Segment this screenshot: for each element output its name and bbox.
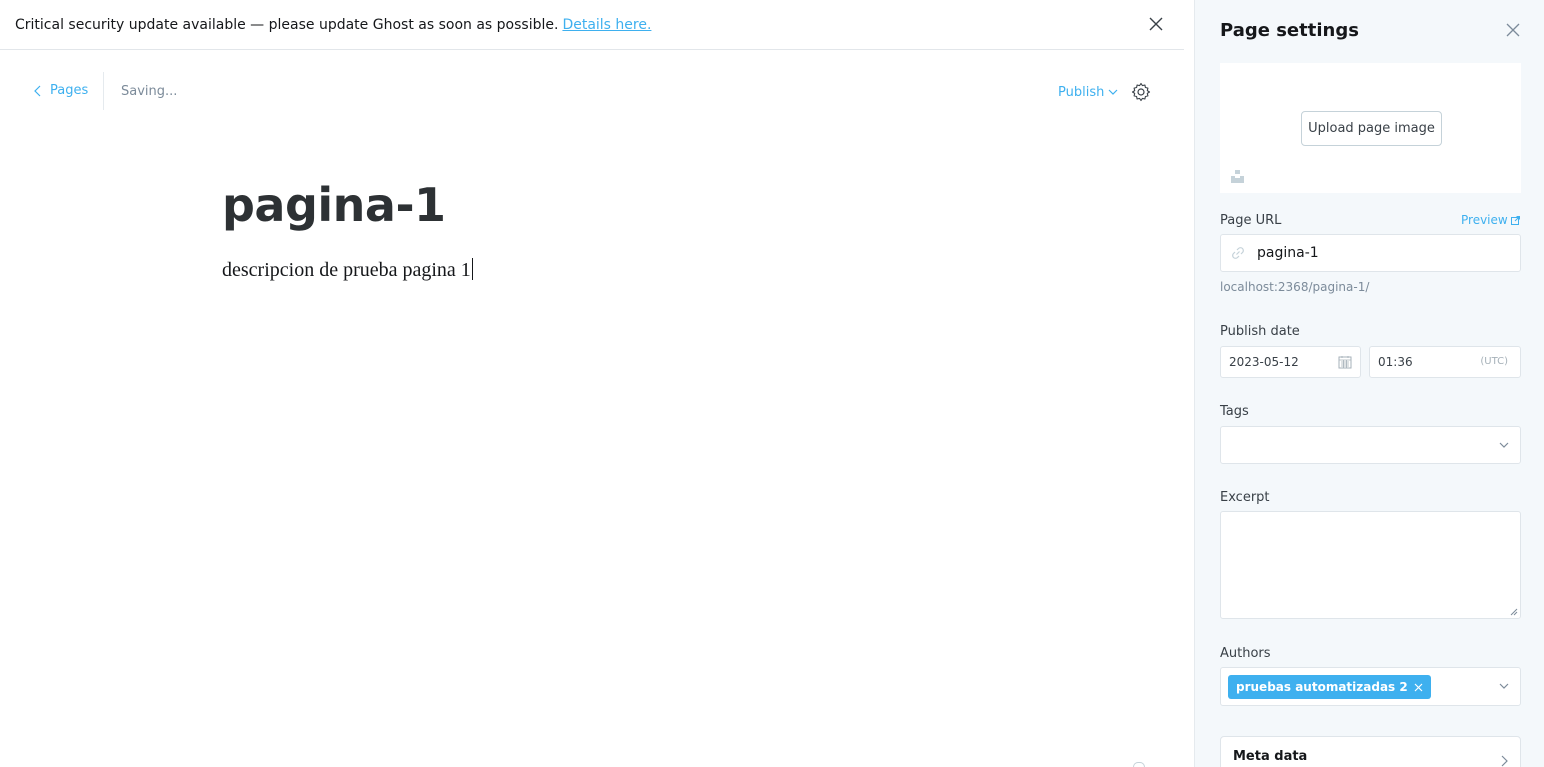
panel-close-button[interactable] (1506, 22, 1524, 40)
page-url-field[interactable]: pagina-1 (1220, 234, 1521, 272)
back-label: Pages (50, 83, 89, 98)
page-url-label: Page URL (1220, 213, 1282, 228)
authors-label: Authors (1220, 646, 1271, 661)
unsplash-icon[interactable] (1231, 170, 1244, 183)
publish-label: Publish (1058, 85, 1105, 100)
topbar-divider (103, 72, 104, 110)
text-caret (471, 258, 473, 280)
banner-close-button[interactable] (1146, 14, 1166, 34)
editor-topbar: Pages Saving... Publish (0, 50, 1184, 134)
banner-details-link[interactable]: Details here. (562, 17, 651, 33)
settings-panel: Page settings Upload page image Page URL… (1194, 0, 1544, 767)
author-token-label: pruebas automatizadas 2 (1236, 680, 1408, 694)
security-banner: Critical security update available — ple… (0, 0, 1184, 50)
meta-data-label: Meta data (1233, 749, 1308, 764)
external-link-icon (1510, 215, 1520, 225)
link-icon (1232, 247, 1244, 259)
chevron-down-icon (1499, 683, 1509, 689)
resize-handle-icon[interactable] (1510, 608, 1518, 616)
page-body-text: descripcion de prueba pagina 1 (222, 259, 471, 281)
save-status: Saving... (121, 84, 178, 99)
gear-icon (1131, 82, 1151, 102)
page-title-input[interactable]: pagina-1 (222, 178, 446, 232)
chevron-down-icon (1499, 442, 1509, 448)
close-icon (1506, 23, 1520, 37)
preview-link[interactable]: Preview (1461, 213, 1520, 227)
publish-menu-button[interactable]: Publish (1058, 85, 1118, 100)
page-url-hint: localhost:2368/pagina-1/ (1220, 280, 1370, 294)
publish-time-value: 01:36 (1378, 355, 1413, 369)
calendar-icon[interactable] (1338, 355, 1352, 369)
publish-time-input[interactable]: 01:36 (UTC) (1369, 346, 1521, 378)
remove-author-icon[interactable] (1414, 683, 1423, 692)
close-icon (1149, 17, 1163, 31)
tags-select[interactable] (1220, 426, 1521, 464)
meta-data-card[interactable]: Meta data (1220, 736, 1521, 767)
help-icon[interactable] (1133, 762, 1145, 767)
tags-label: Tags (1220, 404, 1249, 419)
publish-date-label: Publish date (1220, 324, 1300, 339)
preview-label: Preview (1461, 213, 1508, 227)
authors-select[interactable]: pruebas automatizadas 2 (1220, 667, 1521, 706)
timezone-label: (UTC) (1480, 356, 1508, 367)
chevron-right-icon (1501, 755, 1508, 767)
page-body-editor[interactable]: descripcion de prueba pagina 1 (222, 258, 473, 282)
ghost-editor-app: Critical security update available — ple… (0, 0, 1544, 767)
banner-message: Critical security update available — ple… (15, 16, 559, 33)
feature-image-box: Upload page image (1220, 63, 1521, 193)
panel-title: Page settings (1220, 20, 1359, 41)
publish-date-input[interactable]: 2023-05-12 (1220, 346, 1361, 378)
page-url-value: pagina-1 (1257, 245, 1319, 261)
chevron-left-icon (34, 85, 41, 96)
back-to-pages-link[interactable]: Pages (34, 83, 88, 98)
excerpt-label: Excerpt (1220, 490, 1270, 505)
chevron-down-icon (1108, 89, 1118, 95)
upload-image-button[interactable]: Upload page image (1301, 111, 1442, 146)
publish-date-value: 2023-05-12 (1229, 355, 1299, 369)
editor-area: Critical security update available — ple… (0, 0, 1194, 767)
author-token[interactable]: pruebas automatizadas 2 (1228, 675, 1431, 699)
settings-toggle-button[interactable] (1131, 82, 1153, 104)
excerpt-textarea[interactable] (1220, 511, 1521, 619)
